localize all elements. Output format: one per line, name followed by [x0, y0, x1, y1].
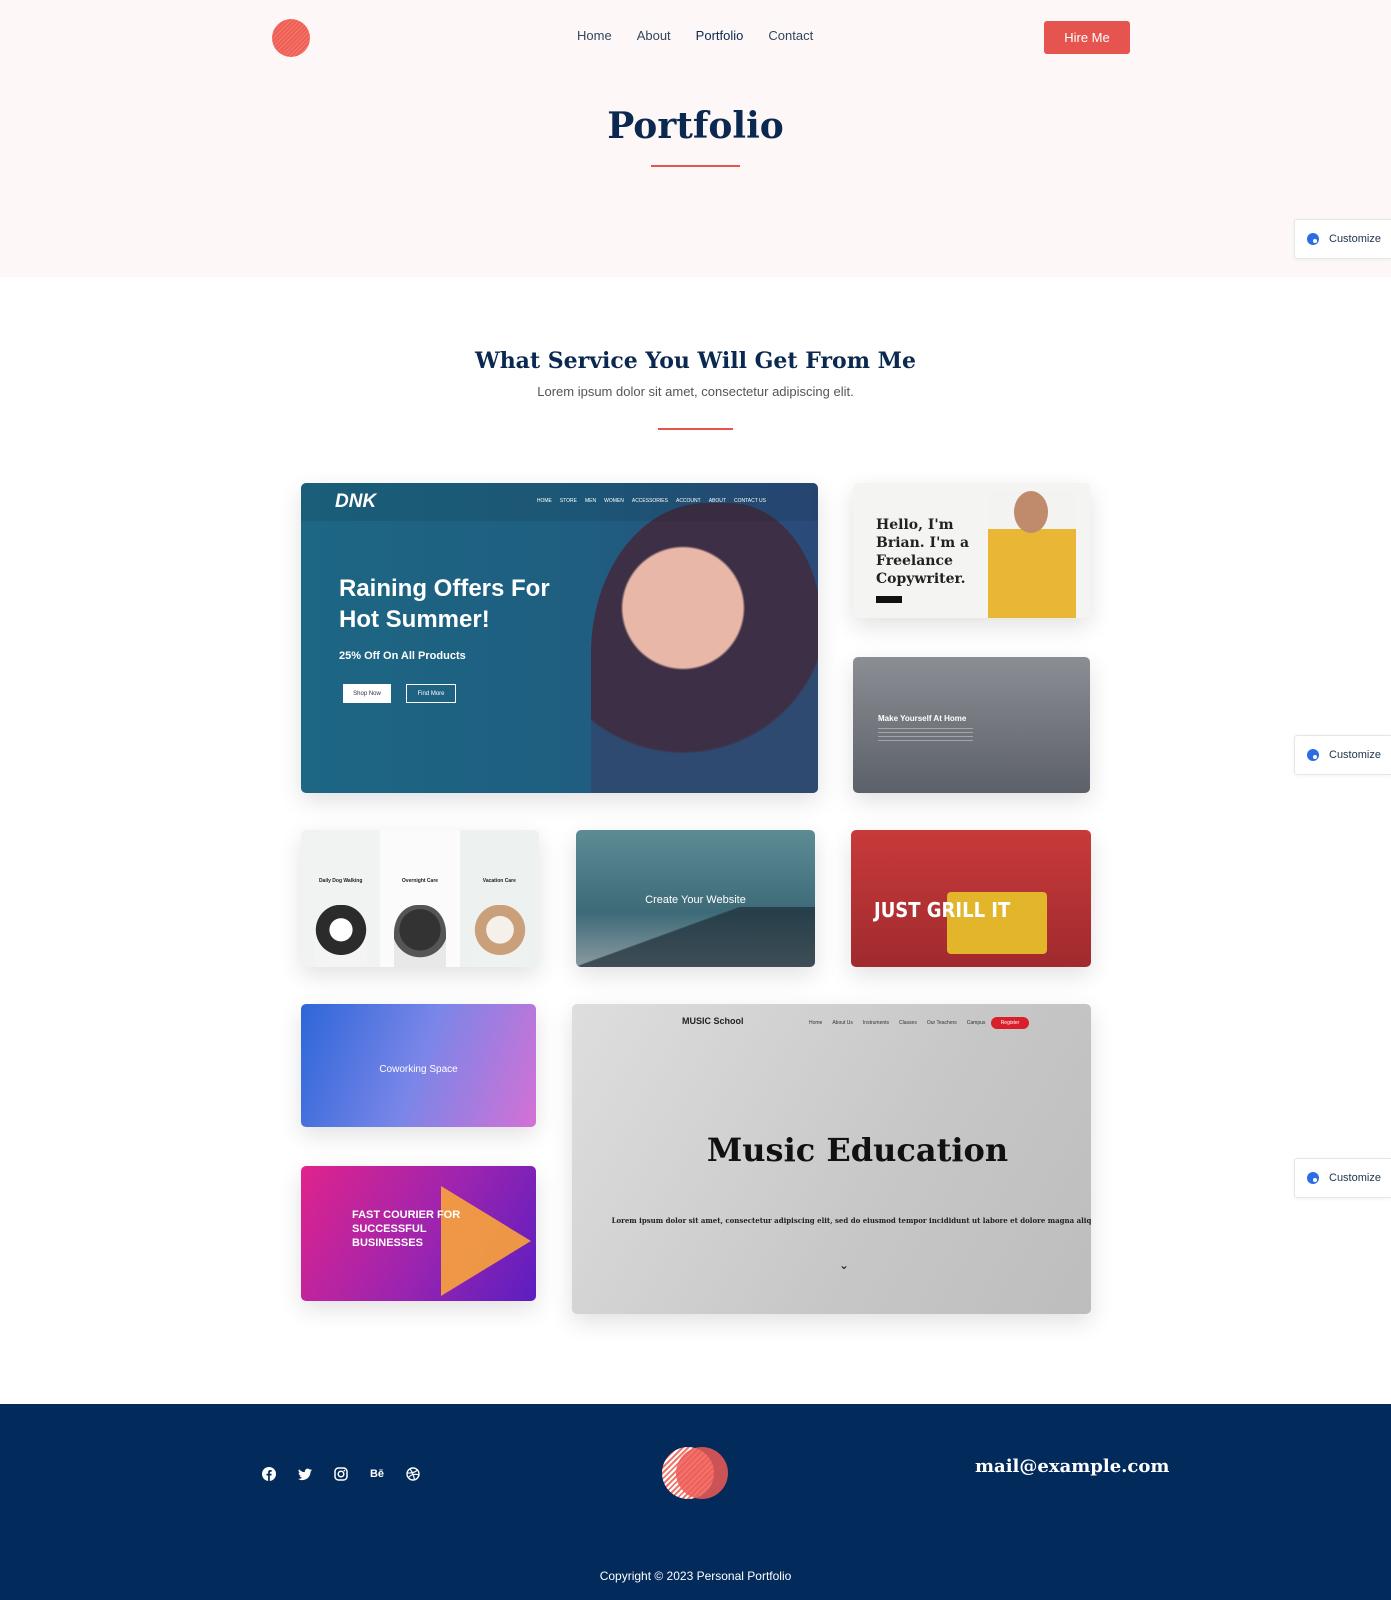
portfolio-card-copywriter[interactable]: Hello, I'm Brian. I'm a Freelance Copywr…: [853, 483, 1090, 618]
card-headline: Create Your Website: [645, 894, 746, 906]
card-body-lines: [878, 728, 973, 742]
card-headline: JUST GRILL IT: [874, 898, 1011, 922]
card-menu-item: STORE: [559, 498, 577, 504]
portfolio-card-coworking[interactable]: Coworking Space: [301, 1004, 536, 1127]
dog-image: [315, 905, 367, 967]
chevron-down-icon: ⌄: [839, 1258, 850, 1272]
card-menu-item: Classes: [899, 1020, 917, 1026]
person-head: [1014, 491, 1048, 533]
copyright: Copyright © 2023 Personal Portfolio: [599, 1569, 792, 1583]
card-brand: DNK: [335, 491, 377, 512]
mountain-image: [576, 907, 815, 967]
portfolio-card-courier[interactable]: FAST COURIER FOR SUCCESSFUL BUSINESSES: [301, 1166, 536, 1301]
customize-button-1[interactable]: Customize: [1294, 219, 1391, 259]
card-offer: 25% Off On All Products: [339, 650, 466, 662]
nav-portfolio[interactable]: Portfolio: [696, 28, 744, 43]
hero-section: Home About Portfolio Contact Hire Me Por…: [0, 0, 1391, 277]
card-menu-item: WOMEN: [604, 498, 624, 504]
nav-home[interactable]: Home: [577, 28, 612, 43]
portfolio-card-fashion[interactable]: DNK HOME STORE MEN WOMEN ACCESSORIES ACC…: [301, 483, 818, 793]
palette-icon: [1307, 1172, 1319, 1184]
card-button: [876, 596, 902, 603]
card-label: Overnight Care: [401, 878, 439, 884]
services-divider: [658, 428, 733, 430]
palette-icon: [1307, 749, 1319, 761]
card-headline: Music Education: [706, 1131, 1009, 1169]
card-headline: FAST COURIER FOR SUCCESSFUL BUSINESSES: [352, 1209, 461, 1249]
page-title: Portfolio: [607, 105, 784, 147]
find-more-button: Find More: [406, 684, 456, 703]
card-menu-item: Campus: [966, 1020, 986, 1026]
nav-contact[interactable]: Contact: [768, 28, 813, 43]
services-subtitle: Lorem ipsum dolor sit amet, consectetur …: [537, 384, 854, 399]
portfolio-card-interior[interactable]: Make Yourself At Home: [853, 657, 1090, 793]
register-button: Register: [991, 1017, 1029, 1029]
footer-logo: [662, 1447, 728, 1499]
card-label: Vacation Care: [482, 878, 516, 884]
portfolio-card-mountain[interactable]: Create Your Website: [576, 830, 815, 967]
nav-about[interactable]: About: [637, 28, 671, 43]
card-logo: MUSIC School: [682, 1016, 744, 1026]
customize-label: Customize: [1329, 233, 1381, 245]
card-menu-item: Our Teachers: [926, 1020, 957, 1026]
site-logo[interactable]: [272, 19, 310, 57]
customize-label: Customize: [1329, 749, 1381, 761]
card-headline: Coworking Space: [379, 1064, 458, 1075]
customize-button-3[interactable]: Customize: [1294, 1158, 1391, 1198]
instagram-icon[interactable]: [334, 1467, 348, 1481]
facebook-icon[interactable]: [262, 1467, 276, 1481]
footer-logo-circle: [676, 1447, 728, 1499]
dog-panel: Overnight Care: [380, 830, 460, 967]
dog-image: [473, 905, 526, 967]
card-menu-item: Instruments: [862, 1020, 890, 1026]
customize-button-2[interactable]: Customize: [1294, 735, 1391, 775]
card-menu-item: HOME: [536, 498, 552, 504]
services-title: What Service You Will Get From Me: [474, 348, 916, 374]
title-divider: [651, 165, 740, 167]
shop-now-button: Shop Now: [343, 684, 391, 703]
footer: Bē mail@example.com Copyright © 2023 Per…: [0, 1404, 1391, 1600]
palette-icon: [1307, 233, 1319, 245]
card-menu-item: About Us: [832, 1020, 853, 1026]
card-headline: Make Yourself At Home: [878, 714, 967, 723]
main-nav: Home About Portfolio Contact: [577, 28, 838, 43]
twitter-icon[interactable]: [298, 1467, 312, 1481]
card-menu: Home About Us Instruments Classes Our Te…: [809, 1020, 985, 1026]
hire-me-button[interactable]: Hire Me: [1044, 21, 1130, 54]
woman-image: [591, 503, 818, 793]
card-menu-item: ABOUT: [708, 498, 726, 504]
footer-email[interactable]: mail@example.com: [975, 1456, 1169, 1477]
card-menu: HOME STORE MEN WOMEN ACCESSORIES ACCOUNT…: [537, 498, 766, 504]
dog-panel: Vacation Care: [459, 830, 539, 967]
dog-image: [394, 905, 447, 967]
card-text: Lorem ipsum dolor sit amet, consectetur …: [611, 1216, 1091, 1225]
customize-label: Customize: [1329, 1172, 1381, 1184]
card-menu-item: ACCOUNT: [675, 498, 701, 504]
portfolio-card-music[interactable]: MUSIC School Home About Us Instruments C…: [572, 1004, 1091, 1314]
card-headline: Raining Offers For Hot Summer!: [339, 575, 550, 633]
dribbble-icon[interactable]: [406, 1467, 420, 1481]
dog-panel: Daily Dog Walking: [301, 830, 381, 967]
behance-icon[interactable]: Bē: [370, 1467, 384, 1481]
card-label: Daily Dog Walking: [318, 878, 363, 884]
card-menu-item: CONTACT US: [733, 498, 766, 504]
social-links: Bē: [262, 1467, 420, 1481]
card-menu-item: ACCESSORIES: [631, 498, 668, 504]
portfolio-card-grill[interactable]: JUST GRILL IT: [851, 830, 1091, 967]
card-headline: Hello, I'm Brian. I'm a Freelance Copywr…: [876, 517, 970, 587]
card-menu-item: Home: [809, 1020, 823, 1026]
portfolio-card-dogs[interactable]: Daily Dog Walking Overnight Care Vacatio…: [301, 830, 539, 967]
card-menu-item: MEN: [585, 498, 597, 504]
